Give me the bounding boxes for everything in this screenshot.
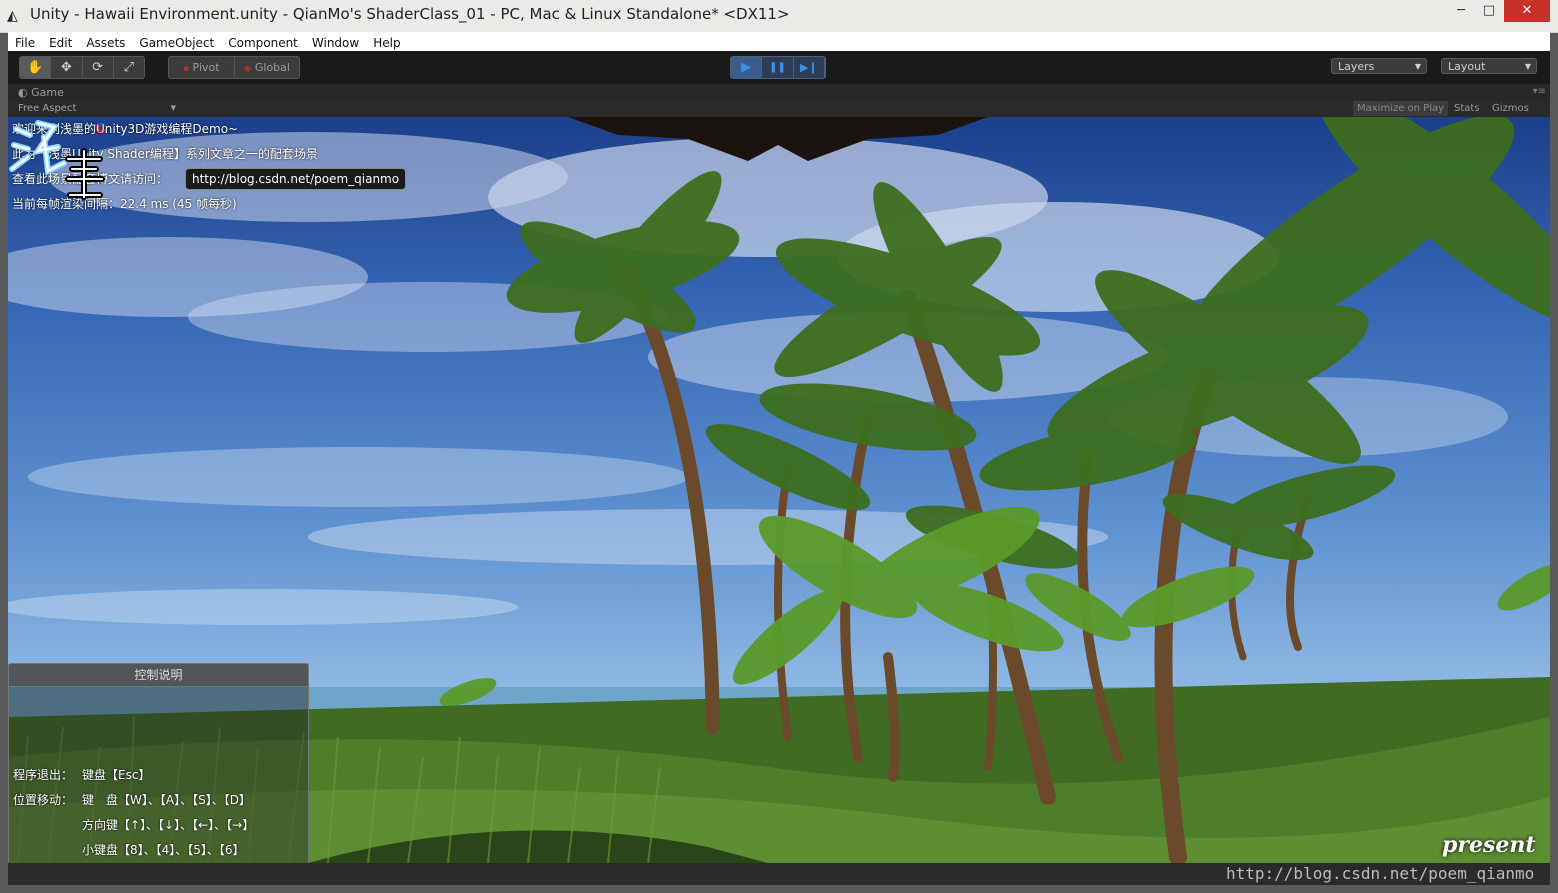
move-numpad: 小键盘【8】、【4】、【5】、【6】 bbox=[82, 843, 245, 857]
blog-url-button[interactable]: http://blog.csdn.net/poem_qianmo bbox=[185, 168, 407, 190]
hand-tool-icon[interactable]: ✋ bbox=[20, 57, 52, 78]
minimize-button[interactable]: ─ bbox=[1448, 0, 1474, 22]
menu-bar: File Edit Assets GameObject Component Window H… bbox=[8, 32, 1550, 51]
pivot-button[interactable]: ▪ Pivot bbox=[169, 57, 235, 78]
layout-dropdown[interactable]: Layout ▼ bbox=[1441, 58, 1537, 74]
window-title: Unity - Hawaii Environment.unity - QianM… bbox=[30, 5, 790, 23]
playback-controls: ▶ ❚❚ ▶❙ bbox=[730, 56, 826, 79]
control-panel-title: 控制说明 bbox=[9, 664, 308, 686]
game-tab-icon: ◐ bbox=[18, 86, 28, 99]
pivot-toggles: ▪ Pivot ◉ Global bbox=[168, 56, 300, 79]
tab-game[interactable]: ◐ Game bbox=[12, 85, 64, 100]
layers-dropdown[interactable]: Layers ▼ bbox=[1331, 58, 1427, 74]
qianmo-logo: © bbox=[9, 120, 108, 200]
chevron-down-icon: ▼ bbox=[1414, 62, 1421, 71]
close-button[interactable]: ✕ bbox=[1504, 0, 1550, 22]
play-button[interactable]: ▶ bbox=[731, 57, 763, 78]
pivot-icon: ▪ bbox=[182, 64, 190, 74]
game-tab-header: ◐ Game ▾≡ bbox=[8, 84, 1550, 100]
title-bar: ◭ Unity - Hawaii Environment.unity - Qia… bbox=[0, 0, 1558, 33]
copyright-mark: © bbox=[94, 121, 108, 137]
logo-present-text: present bbox=[1442, 832, 1536, 858]
game-viewport[interactable]: 欢迎来到浅墨的Unity3D游戏编程Demo~ 此为【浅墨Unity Shade… bbox=[8, 117, 1550, 863]
aspect-dropdown[interactable]: Free Aspect ▼ bbox=[12, 101, 178, 116]
stats-button[interactable]: Stats bbox=[1450, 101, 1484, 116]
watermark-text: http://blog.csdn.net/poem_qianmo bbox=[1226, 864, 1535, 883]
game-view-toolbar: Free Aspect ▼ Maximize on Play Stats Giz… bbox=[8, 100, 1550, 117]
tab-menu-icon[interactable]: ▾≡ bbox=[1533, 86, 1546, 97]
chevron-down-icon: ▼ bbox=[170, 104, 176, 112]
pause-button[interactable]: ❚❚ bbox=[762, 57, 794, 78]
global-button[interactable]: ◉ Global bbox=[235, 57, 300, 78]
move-arrows: 方向键【↑】、【↓】、【←】、【→】 bbox=[82, 818, 255, 832]
gizmos-dropdown[interactable]: Gizmos bbox=[1488, 101, 1533, 116]
layers-label: Layers bbox=[1338, 60, 1375, 73]
chevron-down-icon: ▼ bbox=[1524, 62, 1531, 71]
maximize-on-play-button[interactable]: Maximize on Play bbox=[1353, 101, 1449, 116]
global-icon: ◉ bbox=[243, 64, 252, 74]
maximize-button[interactable]: □ bbox=[1476, 0, 1502, 22]
tab-game-label: Game bbox=[31, 86, 64, 99]
move-label: 位置移动： bbox=[13, 793, 74, 807]
pivot-label: Pivot bbox=[192, 61, 220, 74]
scale-tool-icon[interactable]: ⤢ bbox=[114, 57, 144, 78]
exit-label: 程序退出： bbox=[13, 768, 74, 782]
aspect-label: Free Aspect bbox=[18, 103, 77, 114]
move-tool-icon[interactable]: ✥ bbox=[51, 57, 83, 78]
control-panel: 控制说明 程序退出： 键盘【Esc】 位置移动： 键 盘【W】、【A】、【S】、… bbox=[8, 663, 309, 863]
unity-icon: ◭ bbox=[7, 8, 18, 24]
exit-value: 键盘【Esc】 bbox=[82, 768, 151, 782]
global-label: Global bbox=[254, 61, 290, 74]
rotate-tool-icon[interactable]: ⟳ bbox=[83, 57, 114, 78]
layout-label: Layout bbox=[1448, 60, 1486, 73]
move-keyboard: 键 盘【W】、【A】、【S】、【D】 bbox=[82, 793, 251, 807]
toolbar: ✋ ✥ ⟳ ⤢ ▪ Pivot ◉ Global ▶ ❚❚ ▶❙ Layers … bbox=[8, 51, 1550, 84]
step-button[interactable]: ▶❙ bbox=[794, 57, 825, 78]
transform-tools: ✋ ✥ ⟳ ⤢ bbox=[19, 56, 145, 79]
unity-editor-window: ◭ Unity - Hawaii Environment.unity - Qia… bbox=[0, 0, 1558, 893]
